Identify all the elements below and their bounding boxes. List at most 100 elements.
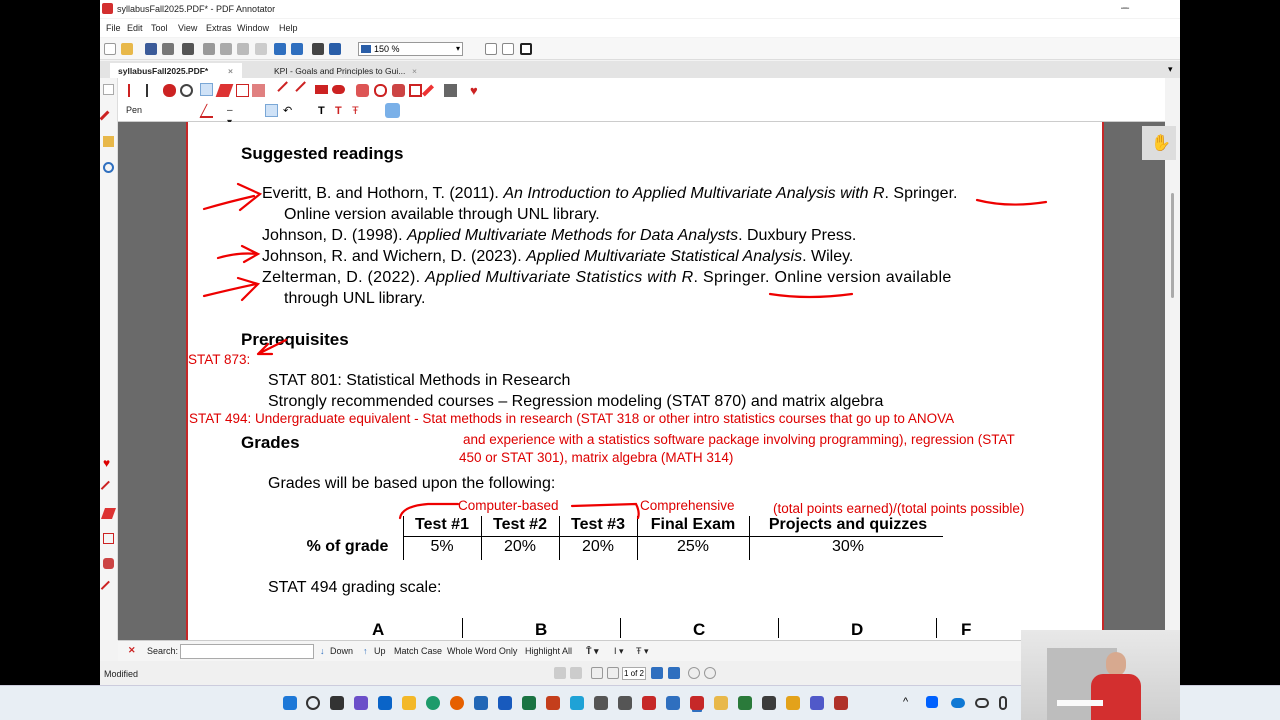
page-view-icon[interactable] [329, 43, 341, 55]
first-page-icon[interactable] [591, 667, 603, 679]
page-indicator[interactable]: 1 of 2 [622, 667, 646, 680]
redo-icon[interactable] [291, 43, 303, 55]
app-icon-5[interactable] [738, 696, 752, 710]
save-as-icon[interactable] [162, 43, 174, 55]
camera-icon[interactable] [392, 84, 405, 97]
tab-list-chevron-icon[interactable]: ▾ [1168, 64, 1173, 75]
menu-help[interactable]: Help [279, 23, 298, 33]
pencil-icon[interactable] [421, 84, 435, 97]
tray-chevron-icon[interactable]: ^ [903, 696, 908, 708]
zoom-select[interactable]: 150 % ▾ [358, 42, 463, 56]
minimize-icon[interactable]: – [1114, 2, 1134, 14]
next-page-icon[interactable] [651, 667, 663, 679]
binoculars-icon[interactable] [312, 43, 324, 55]
file-explorer-icon[interactable] [402, 696, 416, 710]
sidebar-highlighter-icon[interactable] [100, 508, 117, 519]
text-align-icon[interactable]: I ▾ [614, 646, 624, 657]
forward-icon[interactable] [704, 667, 716, 679]
app-icon[interactable] [570, 696, 584, 710]
powerpoint-icon[interactable] [546, 696, 560, 710]
image-insert-icon[interactable] [444, 84, 457, 97]
ink-shape-icon[interactable]: ↶ [283, 105, 296, 118]
menu-tool[interactable]: Tool [151, 23, 168, 33]
pen-tool-icon[interactable] [200, 83, 213, 96]
menu-extras[interactable]: Extras [206, 23, 232, 33]
cut-icon[interactable] [203, 43, 215, 55]
down-arrow-icon[interactable]: ↓ [320, 646, 325, 656]
open-folder-icon[interactable] [121, 43, 133, 55]
dropbox-icon[interactable] [926, 696, 938, 708]
sidebar-note-icon[interactable] [103, 533, 114, 544]
menu-view[interactable]: View [178, 23, 197, 33]
pdf-page[interactable]: Suggested readings Everitt, B. and Hotho… [186, 122, 1104, 640]
eraser-icon[interactable] [252, 84, 265, 97]
tab-close-icon[interactable]: × [228, 66, 233, 76]
select-arrow-icon[interactable] [128, 84, 141, 97]
sidebar-pen-icon[interactable] [100, 480, 117, 497]
outlook-icon[interactable] [378, 696, 392, 710]
word-icon[interactable] [498, 696, 512, 710]
cloud-icon[interactable] [975, 698, 989, 708]
text-style-icon[interactable]: Ŧ ▾ [636, 646, 649, 657]
prev-page-icon[interactable] [607, 667, 619, 679]
note-icon[interactable] [236, 84, 249, 97]
copilot-icon[interactable] [354, 696, 368, 710]
magnifier-icon[interactable] [180, 84, 193, 97]
select-text-icon[interactable] [146, 84, 159, 97]
print-icon[interactable] [182, 43, 194, 55]
teams-icon[interactable] [810, 696, 824, 710]
highlight-all-button[interactable]: Highlight All [525, 646, 572, 656]
tab-syllabus[interactable]: syllabusFall2025.PDF* × [110, 63, 242, 78]
right-scroll-panel[interactable] [1165, 78, 1180, 640]
toggle-view-2-icon[interactable] [570, 667, 582, 679]
up-arrow-icon[interactable]: ↑ [363, 646, 368, 656]
text-replace-icon[interactable]: Ŧ [352, 105, 365, 118]
task-view-icon[interactable] [330, 696, 344, 710]
search-close-icon[interactable]: ✕ [128, 645, 136, 656]
excel-icon[interactable] [522, 696, 536, 710]
page-thumb-icon[interactable] [103, 84, 114, 95]
back-icon[interactable] [688, 667, 700, 679]
menu-window[interactable]: Window [237, 23, 269, 33]
edge-icon[interactable] [426, 696, 440, 710]
text-strike-icon[interactable]: T [335, 105, 348, 118]
fit-width-icon[interactable] [485, 43, 497, 55]
document-viewport[interactable]: Suggested readings Everitt, B. and Hotho… [118, 122, 1165, 640]
firefox-icon[interactable] [450, 696, 464, 710]
eraser-tool-panel[interactable]: ✋ [1142, 126, 1176, 160]
stamp-icon[interactable] [356, 84, 369, 97]
app-icon-8[interactable] [834, 696, 848, 710]
paste-icon[interactable] [237, 43, 249, 55]
line-icon[interactable] [277, 81, 296, 100]
full-screen-icon[interactable] [520, 43, 532, 55]
menu-file[interactable]: File [106, 23, 121, 33]
smooth-ink-icon[interactable] [265, 104, 278, 117]
fit-page-icon[interactable] [502, 43, 514, 55]
text-format-icon[interactable]: T̄ ▾ [586, 646, 599, 657]
onedrive-icon[interactable] [951, 698, 965, 708]
app-icon-4[interactable] [714, 696, 728, 710]
app-icon-7[interactable] [786, 696, 800, 710]
crop-icon[interactable] [409, 84, 422, 97]
app-icon-3[interactable] [618, 696, 632, 710]
tab-kpi[interactable]: KPI - Goals and Principles to Gui... × [266, 63, 426, 78]
annotations-icon[interactable] [100, 110, 110, 121]
search-down-button[interactable]: Down [330, 646, 353, 656]
notepad-icon[interactable] [666, 696, 680, 710]
app-icon-2[interactable] [594, 696, 608, 710]
vertical-scrollbar-thumb[interactable] [1171, 193, 1174, 298]
pen-color-icon[interactable]: ╱ [200, 105, 213, 118]
copy-icon[interactable] [220, 43, 232, 55]
match-case-button[interactable]: Match Case [394, 646, 442, 656]
save-icon[interactable] [145, 43, 157, 55]
search-input[interactable] [180, 644, 314, 659]
microphone-icon[interactable] [999, 696, 1007, 710]
pdf-annotator-active-icon[interactable] [690, 696, 704, 710]
folder-icon[interactable] [103, 136, 114, 147]
arrow-icon[interactable] [295, 81, 314, 100]
laser-pointer-icon[interactable] [385, 103, 400, 118]
attachment-icon[interactable] [103, 162, 114, 173]
r-icon[interactable] [474, 696, 488, 710]
highlighter-icon[interactable] [215, 84, 234, 97]
lasso-icon[interactable] [374, 84, 387, 97]
